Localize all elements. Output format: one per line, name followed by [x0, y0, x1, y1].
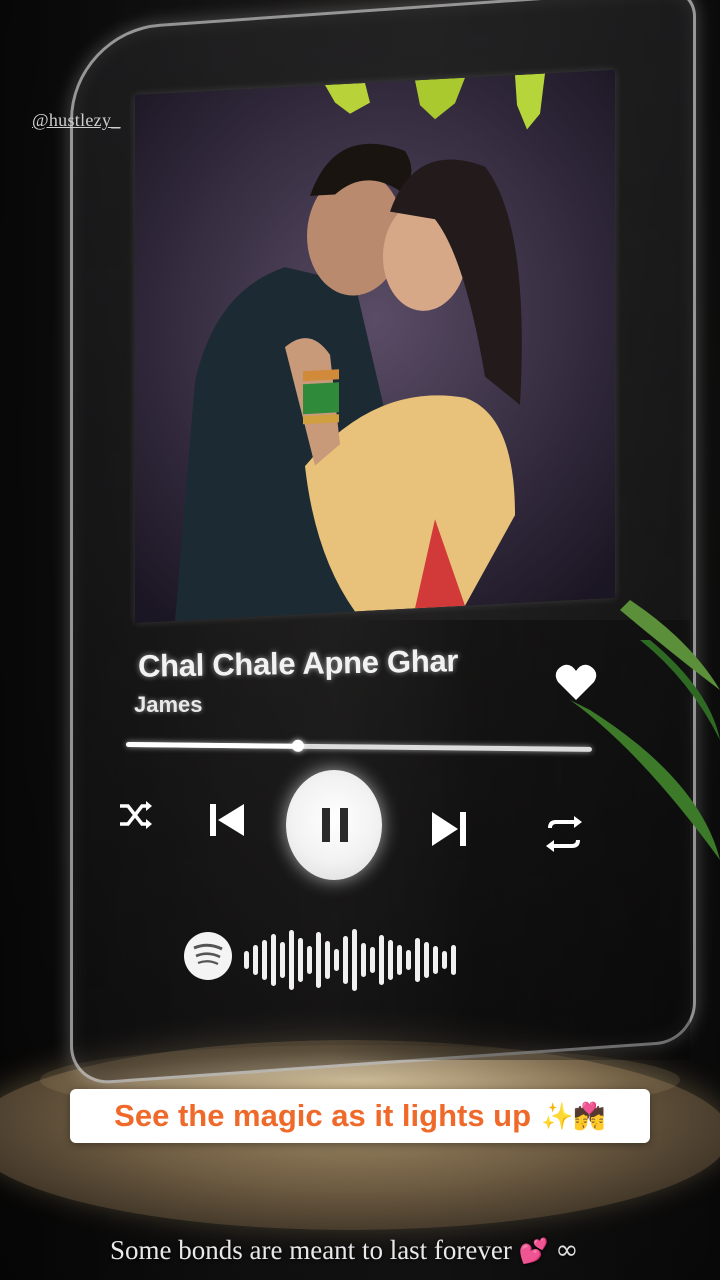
code-bar: [343, 936, 348, 984]
pause-icon: [322, 808, 348, 842]
spotify-code-bars: [244, 929, 456, 991]
hearts-emoji: 💕: [518, 1239, 549, 1265]
pause-button[interactable]: [286, 770, 382, 880]
caption-text: See the magic as it lights up: [114, 1098, 532, 1133]
code-bar: [280, 942, 285, 978]
shuffle-icon[interactable]: [116, 796, 154, 834]
code-bar: [352, 929, 357, 991]
code-bar: [361, 943, 366, 977]
song-title: Chal Chale Apne Ghar: [137, 643, 459, 684]
caption-emoji: ✨💏: [541, 1100, 606, 1131]
scene: @hustlezy_ Chal Chale Apne Ghar James Se…: [0, 0, 720, 1280]
watermark-handle: @hustlezy_: [32, 110, 121, 130]
couple-illustration: [135, 69, 615, 623]
code-bar: [424, 942, 429, 978]
previous-icon[interactable]: [206, 798, 248, 842]
code-bar: [433, 946, 438, 974]
code-bar: [451, 945, 456, 975]
code-bar: [397, 945, 402, 975]
spotify-logo-icon: [184, 932, 232, 980]
code-bar: [298, 938, 303, 982]
code-bar: [307, 946, 312, 974]
code-bar: [244, 951, 249, 969]
artist-name: James: [134, 692, 203, 717]
bottom-caption-text: Some bonds are meant to last forever: [110, 1235, 512, 1265]
code-bar: [388, 940, 393, 980]
code-bar: [370, 947, 375, 973]
spotify-code: [184, 929, 456, 991]
code-bar: [415, 938, 420, 982]
plant-leaves: [570, 600, 720, 860]
code-bar: [262, 940, 267, 980]
couple-photo: [135, 69, 615, 624]
code-bar: [406, 950, 411, 970]
code-bar: [325, 941, 330, 979]
bottom-caption: Some bonds are meant to last forever 💕 ∞: [110, 1233, 710, 1266]
infinity-symbol: ∞: [555, 1233, 579, 1266]
next-icon[interactable]: [428, 806, 472, 852]
code-bar: [379, 935, 384, 985]
code-bar: [271, 934, 276, 986]
code-bar: [442, 951, 447, 969]
code-bar: [316, 932, 321, 988]
code-bar: [253, 945, 258, 975]
code-bar: [334, 949, 339, 971]
caption-banner: See the magic as it lights up ✨💏: [70, 1089, 650, 1143]
code-bar: [289, 930, 294, 990]
